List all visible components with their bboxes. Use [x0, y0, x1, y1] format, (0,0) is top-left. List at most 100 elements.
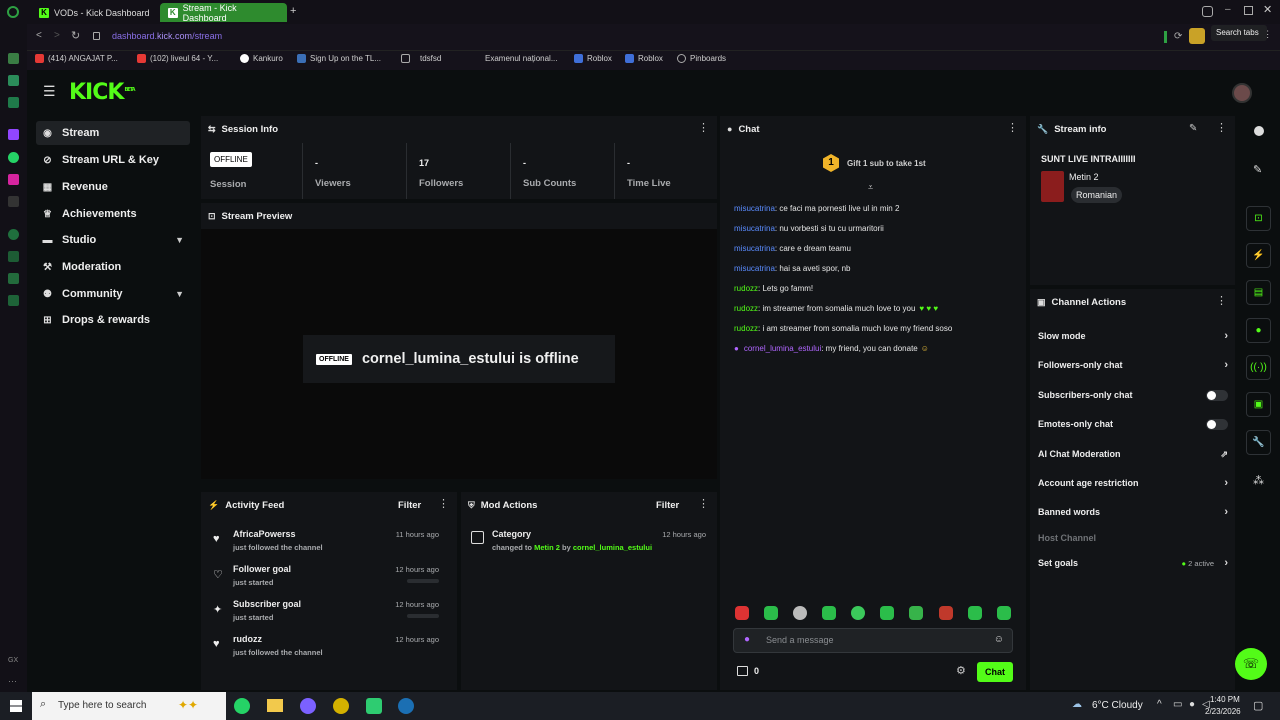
search-tabs-button[interactable] [1202, 6, 1213, 17]
minimize-button[interactable]: – [1225, 4, 1231, 15]
windows-start-icon[interactable] [10, 700, 22, 712]
mic-tray-icon[interactable]: ● [1189, 699, 1195, 710]
file-explorer-icon[interactable] [267, 699, 283, 712]
forward-icon[interactable]: > [54, 30, 60, 41]
emote-icon[interactable] [764, 606, 778, 620]
user-avatar[interactable] [1232, 83, 1252, 103]
bookmark-item[interactable]: Roblox [574, 54, 612, 63]
followers-only-chat-action[interactable]: Followers-only chat › [1038, 353, 1228, 377]
extension-bar-icon[interactable] [1164, 31, 1167, 43]
edit-pencil-icon[interactable]: ✎ [1189, 123, 1197, 134]
sidebar-app-icon[interactable] [8, 295, 19, 306]
sidebar-app-icon[interactable] [8, 251, 19, 262]
sidebar-app-icon[interactable] [8, 75, 19, 86]
user-link[interactable]: cornel_lumina_estului [573, 543, 652, 552]
close-window-button[interactable]: ✕ [1263, 3, 1272, 16]
info-icon[interactable] [1254, 126, 1264, 136]
more-options-icon[interactable]: ⋮ [1216, 296, 1227, 307]
chat-input[interactable]: Send a message [766, 635, 834, 645]
bookmark-item[interactable]: (414) ANGAJAT P... [35, 54, 118, 63]
whatsapp-icon[interactable] [8, 152, 19, 163]
bookmark-item[interactable]: Pinboards [677, 54, 726, 63]
taskbar-app-icon[interactable] [300, 698, 316, 714]
pencil-icon[interactable]: ✎ [1253, 163, 1262, 176]
more-options-icon[interactable]: ⋮ [1007, 123, 1018, 134]
chat-tool-button[interactable]: ● [1246, 318, 1271, 343]
sidebar-app-icon[interactable] [8, 97, 19, 108]
sidebar-item-achievements[interactable]: ♕ Achievements [36, 202, 190, 226]
lightning-tool-button[interactable]: ⚡ [1246, 243, 1271, 268]
sidebar-item-moderation[interactable]: ⚒ Moderation [36, 255, 190, 279]
bookmark-item[interactable]: Roblox [625, 54, 663, 63]
notifications-icon[interactable]: ▢ [1253, 699, 1263, 712]
steam-icon[interactable] [398, 698, 414, 714]
sidebar-item-revenue[interactable]: ▦ Revenue [36, 175, 190, 199]
points-icon[interactable] [737, 666, 748, 676]
set-goals-action[interactable]: Set goals ● 2 active › [1038, 551, 1228, 575]
send-chat-button[interactable]: Chat [977, 662, 1013, 682]
notes-tool-button[interactable]: ▤ [1246, 280, 1271, 305]
clock-time[interactable]: 1:40 PM [1210, 695, 1240, 704]
emote-icon[interactable] [793, 606, 807, 620]
microphone-icon[interactable]: ● [744, 634, 750, 645]
browser-tab[interactable]: K VODs - Kick Dashboard [31, 3, 159, 22]
more-options-icon[interactable]: ⋮ [698, 123, 709, 134]
hamburger-menu-icon[interactable]: ☰ [43, 83, 56, 100]
bookmark-item[interactable]: tdsfsd [401, 54, 441, 63]
emote-icon[interactable] [968, 606, 982, 620]
sidebar-app-icon[interactable] [8, 273, 19, 284]
emote-icon[interactable] [735, 606, 749, 620]
bookmark-item[interactable]: Kankuro [240, 54, 283, 63]
sidebar-app-icon[interactable] [8, 229, 19, 240]
profile-avatar-icon[interactable] [1189, 28, 1205, 44]
sidebar-item-community[interactable]: ⚉ Community ▼ [36, 282, 190, 306]
subscribers-only-toggle[interactable] [1206, 389, 1228, 401]
emotes-only-toggle[interactable] [1206, 418, 1228, 430]
bookmark-item[interactable]: Sign Up on the TL... [297, 54, 381, 63]
browser-tab-active[interactable]: K Stream - Kick Dashboard [160, 3, 287, 23]
tray-chevron-icon[interactable]: ^ [1157, 699, 1162, 710]
broadcast-tool-button[interactable]: ((·)) [1246, 355, 1271, 380]
emote-icon[interactable] [851, 606, 865, 620]
emoji-picker-icon[interactable]: ☺ [994, 634, 1004, 645]
kick-logo[interactable]: KICKBETA [69, 80, 136, 105]
emote-icon[interactable] [939, 606, 953, 620]
emote-icon[interactable] [909, 606, 923, 620]
sidebar-item-stream-url-key[interactable]: ⊘ Stream URL & Key [36, 148, 190, 172]
category-link[interactable]: Metin 2 [534, 543, 560, 552]
emote-icon[interactable] [997, 606, 1011, 620]
instagram-icon[interactable] [8, 174, 19, 185]
slow-mode-action[interactable]: Slow mode › [1038, 324, 1228, 348]
emote-icon[interactable] [880, 606, 894, 620]
bookmark-item[interactable]: (102) liveul 64 - Y... [137, 54, 218, 63]
filter-button[interactable]: Filter [656, 500, 679, 511]
chat-settings-icon[interactable]: ⚙ [956, 664, 966, 677]
more-options-icon[interactable]: ⋮ [438, 499, 449, 510]
sidebar-item-studio[interactable]: ▬ Studio ▼ [36, 228, 190, 252]
account-age-restriction-action[interactable]: Account age restriction › [1038, 471, 1228, 495]
taskbar-app-icon[interactable] [234, 698, 250, 714]
more-icon[interactable]: ··· [8, 676, 17, 686]
more-options-icon[interactable]: ⋮ [698, 499, 709, 510]
sidebar-app-icon[interactable] [8, 53, 19, 64]
bookmark-item[interactable]: Examenul național... [485, 54, 558, 63]
more-options-icon[interactable]: ⋮ [1216, 123, 1227, 134]
banned-words-action[interactable]: Banned words › [1038, 500, 1228, 524]
reload-icon[interactable]: ↻ [71, 29, 80, 42]
new-tab-button[interactable]: + [290, 5, 296, 17]
url-field[interactable]: dashboard.kick.com/stream [112, 31, 222, 41]
sidebar-item-drops-rewards[interactable]: ⊞ Drops & rewards [36, 308, 190, 332]
clock-date[interactable]: 2/23/2026 [1205, 707, 1241, 716]
weather-text[interactable]: 6°C Cloudy [1092, 700, 1143, 711]
back-icon[interactable]: < [36, 30, 42, 41]
support-chat-button[interactable]: ☏ [1235, 648, 1267, 680]
gift-sub-text[interactable]: Gift 1 sub to take 1st [847, 159, 926, 168]
network-icon[interactable]: ▭ [1173, 699, 1182, 710]
ai-chat-moderation-action[interactable]: AI Chat Moderation ⇗ [1038, 442, 1228, 466]
taskbar-app-icon[interactable] [366, 698, 382, 714]
clip-tool-button[interactable]: ⊡ [1246, 206, 1271, 231]
pinned-collapse-icon[interactable]: ⩡ [868, 182, 873, 193]
share-icon[interactable]: ⁂ [1253, 474, 1264, 487]
taskbar-app-icon[interactable] [333, 698, 349, 714]
wrench-tool-button[interactable]: 🔧 [1246, 430, 1271, 455]
